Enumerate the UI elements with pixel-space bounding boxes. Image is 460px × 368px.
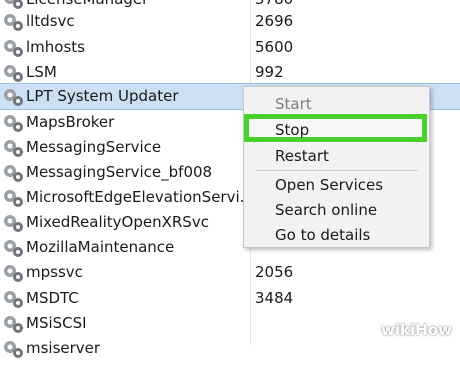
service-name: MessagingService_bf008 <box>26 163 213 181</box>
service-row[interactable]: msiserver <box>0 336 460 361</box>
service-name: MSDTC <box>26 289 79 307</box>
service-pid: 992 <box>255 63 284 81</box>
context-menu: Start Stop Restart Open Services Search … <box>243 86 430 248</box>
service-name: MozillaMaintenance <box>26 238 175 256</box>
service-row[interactable]: lltdsvc 2696 <box>0 9 460 34</box>
gears-icon <box>2 37 26 59</box>
gears-icon <box>2 11 26 33</box>
service-pid: 5600 <box>255 38 294 56</box>
stop-highlight <box>244 114 427 142</box>
gears-icon <box>2 187 26 209</box>
watermark-how: How <box>415 321 452 339</box>
service-row[interactable]: lmhosts 5600 <box>0 35 460 60</box>
wikihow-watermark: wikiHow <box>381 321 452 339</box>
service-name: LSM <box>26 63 57 81</box>
menu-item-search-online[interactable]: Search online <box>275 200 377 220</box>
menu-item-go-to-details[interactable]: Go to details <box>275 225 370 245</box>
gears-icon <box>2 62 26 84</box>
gears-icon <box>2 86 26 108</box>
service-name: lmhosts <box>26 38 85 56</box>
service-pid: 3484 <box>255 289 294 307</box>
gears-icon <box>2 162 26 184</box>
service-name: msiserver <box>26 339 101 357</box>
gears-icon <box>2 112 26 134</box>
menu-item-start[interactable]: Start <box>275 94 312 114</box>
service-name: mpssvc <box>26 263 83 281</box>
service-name: lltdsvc <box>26 12 75 30</box>
menu-item-stop[interactable]: Stop <box>275 120 309 140</box>
gears-icon <box>2 338 26 360</box>
service-name: LPT System Updater <box>26 87 179 105</box>
service-row[interactable]: MSDTC 3484 <box>0 286 460 311</box>
gears-icon <box>2 137 26 159</box>
gears-icon <box>2 237 26 259</box>
service-name: MicrosoftEdgeElevationServi... <box>26 188 254 206</box>
service-name: MixedRealityOpenXRSvc <box>26 213 209 231</box>
menu-item-restart[interactable]: Restart <box>275 146 329 166</box>
service-row[interactable]: LSM 992 <box>0 60 460 85</box>
service-name: MapsBroker <box>26 113 115 131</box>
service-name: MessagingService <box>26 138 162 156</box>
gears-icon <box>2 288 26 310</box>
watermark-wiki: wiki <box>381 321 416 339</box>
gears-icon <box>2 313 26 335</box>
gears-icon <box>2 262 26 284</box>
gears-icon <box>2 212 26 234</box>
service-row[interactable]: mpssvc 2056 <box>0 260 460 285</box>
service-pid: 2696 <box>255 12 294 30</box>
menu-item-open-services[interactable]: Open Services <box>275 175 383 195</box>
service-name: MSiSCSI <box>26 314 87 332</box>
service-pid: 2056 <box>255 263 294 281</box>
menu-separator <box>256 170 418 171</box>
